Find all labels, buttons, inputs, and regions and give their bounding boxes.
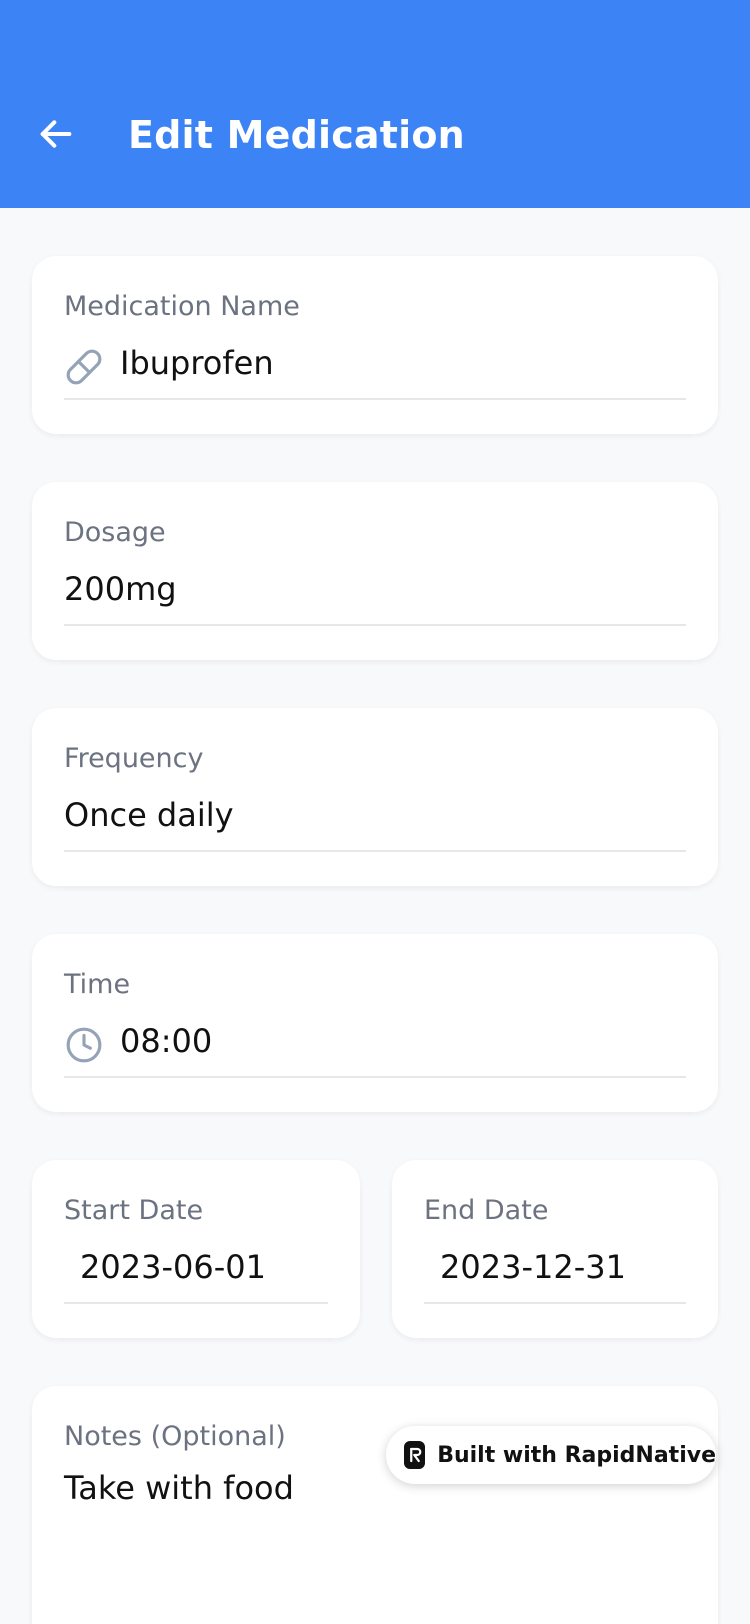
- frequency-value: Once daily: [64, 796, 234, 834]
- end-date-label: End Date: [424, 1195, 549, 1226]
- medication-name-input[interactable]: Ibuprofen: [64, 336, 686, 400]
- start-date-card: Start Date 2023-06-01: [32, 1160, 360, 1338]
- time-input[interactable]: 08:00: [64, 1014, 686, 1078]
- built-with-badge[interactable]: Built with RapidNative: [386, 1426, 716, 1484]
- end-date-input[interactable]: 2023-12-31: [424, 1240, 686, 1304]
- time-card: Time 08:00: [32, 934, 718, 1112]
- time-label: Time: [64, 969, 131, 1000]
- medication-name-card: Medication Name Ibuprofen: [32, 256, 718, 434]
- pill-icon: [64, 347, 104, 387]
- arrow-left-icon: [40, 120, 72, 148]
- notes-card: Notes (Optional) Take with food: [32, 1386, 718, 1624]
- dosage-label: Dosage: [64, 517, 166, 548]
- page-title: Edit Medication: [128, 113, 465, 157]
- start-date-value: 2023-06-01: [80, 1248, 266, 1286]
- frequency-label: Frequency: [64, 743, 204, 774]
- end-date-card: End Date 2023-12-31: [392, 1160, 718, 1338]
- notes-label: Notes (Optional): [64, 1421, 286, 1452]
- app-screen: Edit Medication Medication Name Ibuprofe…: [0, 0, 750, 1624]
- app-header: Edit Medication: [0, 0, 750, 208]
- time-value: 08:00: [120, 1022, 213, 1060]
- dosage-card: Dosage 200mg: [32, 482, 718, 660]
- dosage-value: 200mg: [64, 570, 177, 608]
- dosage-input[interactable]: 200mg: [64, 562, 686, 626]
- frequency-card: Frequency Once daily: [32, 708, 718, 886]
- badge-label: Built with RapidNative: [437, 1442, 716, 1468]
- end-date-value: 2023-12-31: [440, 1248, 626, 1286]
- rapidnative-logo-icon: [404, 1441, 426, 1469]
- frequency-input[interactable]: Once daily: [64, 788, 686, 852]
- medication-name-label: Medication Name: [64, 291, 300, 322]
- start-date-label: Start Date: [64, 1195, 204, 1226]
- clock-icon: [64, 1025, 104, 1065]
- medication-name-value: Ibuprofen: [120, 344, 274, 382]
- start-date-input[interactable]: 2023-06-01: [64, 1240, 328, 1304]
- notes-input[interactable]: Take with food: [64, 1468, 294, 1508]
- back-button[interactable]: [30, 108, 82, 160]
